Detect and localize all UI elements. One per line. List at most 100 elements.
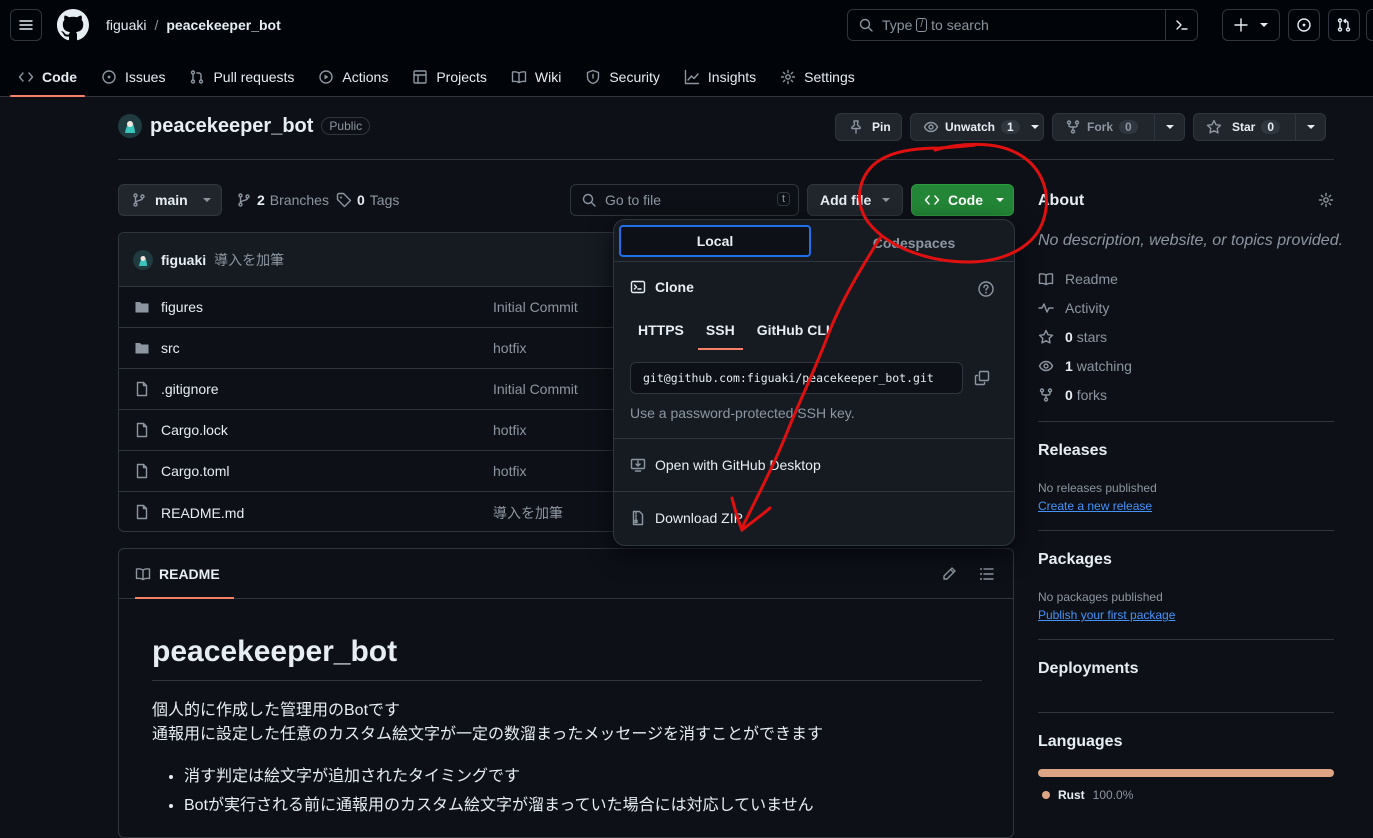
file-commit-message[interactable]: hotfix: [493, 463, 526, 479]
forks-count: 0: [1065, 387, 1073, 403]
tab-projects[interactable]: Projects: [404, 56, 495, 97]
clone-label: Clone: [655, 279, 694, 295]
copy-url-button[interactable]: [974, 370, 990, 386]
branches-link[interactable]: 2 Branches: [236, 192, 329, 208]
go-to-file-input[interactable]: Go to file t: [570, 184, 799, 216]
clone-url-field[interactable]: git@github.com:figuaki/peacekeeper_bot.g…: [630, 362, 963, 394]
repo-title-row: peacekeeper_bot Public: [118, 114, 371, 138]
file-icon-wrap: [134, 504, 150, 520]
protocol-tab-github-cli[interactable]: GitHub CLI: [749, 316, 838, 350]
code-button[interactable]: Code: [911, 184, 1014, 216]
forks-link[interactable]: 0 forks: [1038, 387, 1107, 403]
global-search-input[interactable]: Type / to search: [847, 9, 1198, 41]
your-pull-requests-button[interactable]: [1328, 9, 1360, 41]
star-button[interactable]: Star 0: [1193, 113, 1326, 141]
activity-link[interactable]: Activity: [1038, 300, 1109, 316]
divider: [614, 261, 1014, 262]
your-issues-button[interactable]: [1288, 9, 1320, 41]
branch-name: main: [155, 192, 188, 208]
file-commit-message[interactable]: Initial Commit: [493, 299, 578, 315]
clone-help-button[interactable]: [977, 280, 995, 298]
divider: [1038, 530, 1334, 531]
file-commit-message[interactable]: Initial Commit: [493, 381, 578, 397]
list-icon: [980, 568, 994, 580]
tab-security[interactable]: Security: [577, 56, 668, 97]
fork-button[interactable]: Fork 0: [1052, 113, 1185, 141]
commit-message[interactable]: 導入を加筆: [214, 250, 284, 270]
file-icon-wrap: [134, 422, 150, 438]
protocol-tab-https[interactable]: HTTPS: [630, 316, 692, 350]
file-commit-message[interactable]: 導入を加筆: [493, 503, 563, 523]
edit-about-button[interactable]: [1318, 192, 1334, 208]
commit-author[interactable]: figuaki: [161, 252, 206, 268]
file-name-link[interactable]: Cargo.lock: [161, 422, 228, 438]
pin-button[interactable]: Pin: [835, 113, 902, 141]
file-commit-message[interactable]: hotfix: [493, 422, 526, 438]
hamburger-menu-button[interactable]: [10, 9, 42, 41]
stars-count: 0: [1065, 329, 1073, 345]
file-commit-message[interactable]: hotfix: [493, 340, 526, 356]
packages-heading[interactable]: Packages: [1038, 551, 1112, 569]
tab-pull-requests[interactable]: Pull requests: [181, 56, 302, 97]
file-name-link[interactable]: README.md: [161, 505, 244, 521]
tab-code[interactable]: Code: [10, 56, 85, 97]
book-icon: [135, 568, 151, 581]
tab-issues[interactable]: Issues: [93, 56, 173, 97]
folder-icon: [135, 343, 149, 354]
protocol-tab-ssh[interactable]: SSH: [697, 316, 743, 350]
readme-paragraph: 個人的に作成した管理用のBotです 通報用に設定した任意のカスタム絵文字が一定の…: [152, 699, 823, 747]
language-percent: 100.0%: [1092, 788, 1134, 802]
download-zip-button[interactable]: Download ZIP: [630, 510, 743, 526]
file-name-link[interactable]: .gitignore: [161, 381, 219, 397]
tab-local[interactable]: Local: [619, 225, 811, 257]
deployments-heading[interactable]: Deployments: [1038, 660, 1138, 678]
language-item[interactable]: Rust 100.0%: [1042, 788, 1133, 802]
about-description: No description, website, or topics provi…: [1038, 232, 1344, 249]
command-palette-button[interactable]: [1165, 10, 1197, 40]
tab-settings[interactable]: Settings: [772, 56, 863, 97]
readme-tab[interactable]: README: [135, 549, 234, 599]
clone-heading: Clone: [630, 279, 694, 295]
repo-tab-nav: Code Issues Pull requests Actions Projec…: [0, 56, 871, 97]
edit-readme-button[interactable]: [941, 566, 957, 582]
publish-package-link[interactable]: Publish your first package: [1038, 608, 1175, 622]
inbox-button[interactable]: [1366, 9, 1373, 41]
graph-icon: [684, 69, 700, 84]
github-logo[interactable]: [57, 9, 89, 41]
outline-button[interactable]: [979, 566, 995, 582]
code-icon: [924, 195, 940, 205]
readme-tab-label: README: [159, 566, 220, 582]
tab-label: Wiki: [534, 68, 562, 85]
tags-link[interactable]: 0 Tags: [336, 192, 399, 208]
file-name-link[interactable]: src: [161, 340, 180, 356]
branch-selector-button[interactable]: main: [118, 184, 222, 216]
file-name-link[interactable]: figures: [161, 299, 203, 315]
tab-wiki[interactable]: Wiki: [503, 56, 569, 97]
star-count: 0: [1261, 120, 1281, 134]
tab-actions[interactable]: Actions: [310, 56, 396, 97]
readme-link[interactable]: Readme: [1038, 271, 1118, 287]
unwatch-button[interactable]: Unwatch 1: [910, 113, 1044, 141]
owner-avatar[interactable]: [118, 114, 142, 138]
pin-icon: [851, 120, 861, 134]
add-file-button[interactable]: Add file: [807, 184, 903, 216]
packages-empty-text: No packages published: [1038, 590, 1163, 604]
readme-title: peacekeeper_bot: [152, 635, 398, 668]
create-new-button[interactable]: [1222, 9, 1280, 41]
releases-heading[interactable]: Releases: [1038, 442, 1107, 460]
repo-name[interactable]: peacekeeper_bot: [150, 115, 313, 138]
stars-link[interactable]: 0 stars: [1038, 329, 1107, 345]
tab-codespaces[interactable]: Codespaces: [814, 225, 1014, 261]
open-github-desktop-button[interactable]: Open with GitHub Desktop: [630, 457, 821, 473]
fork-options-button[interactable]: [1154, 114, 1184, 140]
create-release-link[interactable]: Create a new release: [1038, 499, 1152, 513]
breadcrumb-owner[interactable]: figuaki: [106, 17, 146, 33]
language-color-dot: [1042, 791, 1050, 799]
tab-insights[interactable]: Insights: [676, 56, 764, 97]
tab-label: Settings: [804, 68, 855, 85]
file-name-link[interactable]: Cargo.toml: [161, 463, 229, 479]
star-lists-button[interactable]: [1295, 114, 1325, 140]
commit-author-avatar[interactable]: [133, 249, 153, 270]
watching-link[interactable]: 1 watching: [1038, 358, 1132, 374]
breadcrumb-repo[interactable]: peacekeeper_bot: [166, 17, 280, 33]
